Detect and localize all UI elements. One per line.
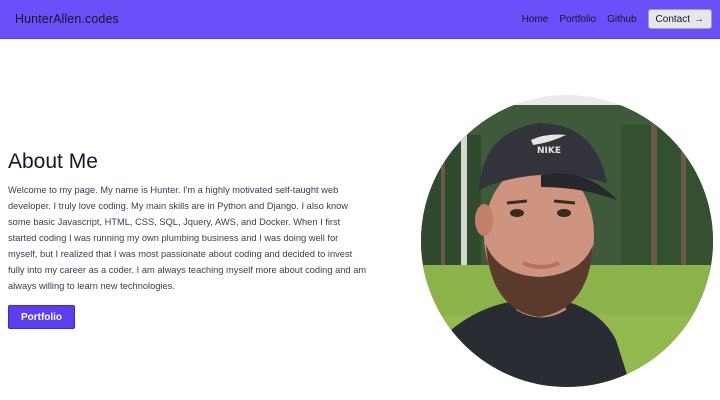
nav-link-portfolio[interactable]: Portfolio <box>559 14 596 25</box>
arrow-right-icon: → <box>694 13 704 25</box>
portfolio-button[interactable]: Portfolio <box>8 305 75 329</box>
cap-logo: NIKE <box>537 146 561 156</box>
navbar: HunterAllen.codes Home Portfolio Github … <box>0 0 720 39</box>
nav-link-github[interactable]: Github <box>607 14 636 25</box>
nav-links: Home Portfolio Github Contact → <box>522 9 712 29</box>
nav-link-home[interactable]: Home <box>522 14 549 25</box>
about-title: About Me <box>8 150 98 173</box>
brand-logo-link[interactable]: HunterAllen.codes <box>15 12 119 26</box>
contact-button-label: Contact <box>655 13 690 25</box>
contact-button[interactable]: Contact → <box>647 9 712 29</box>
about-paragraph: Welcome to my page. My name is Hunter. I… <box>8 185 367 291</box>
profile-photo: NIKE <box>421 95 713 387</box>
